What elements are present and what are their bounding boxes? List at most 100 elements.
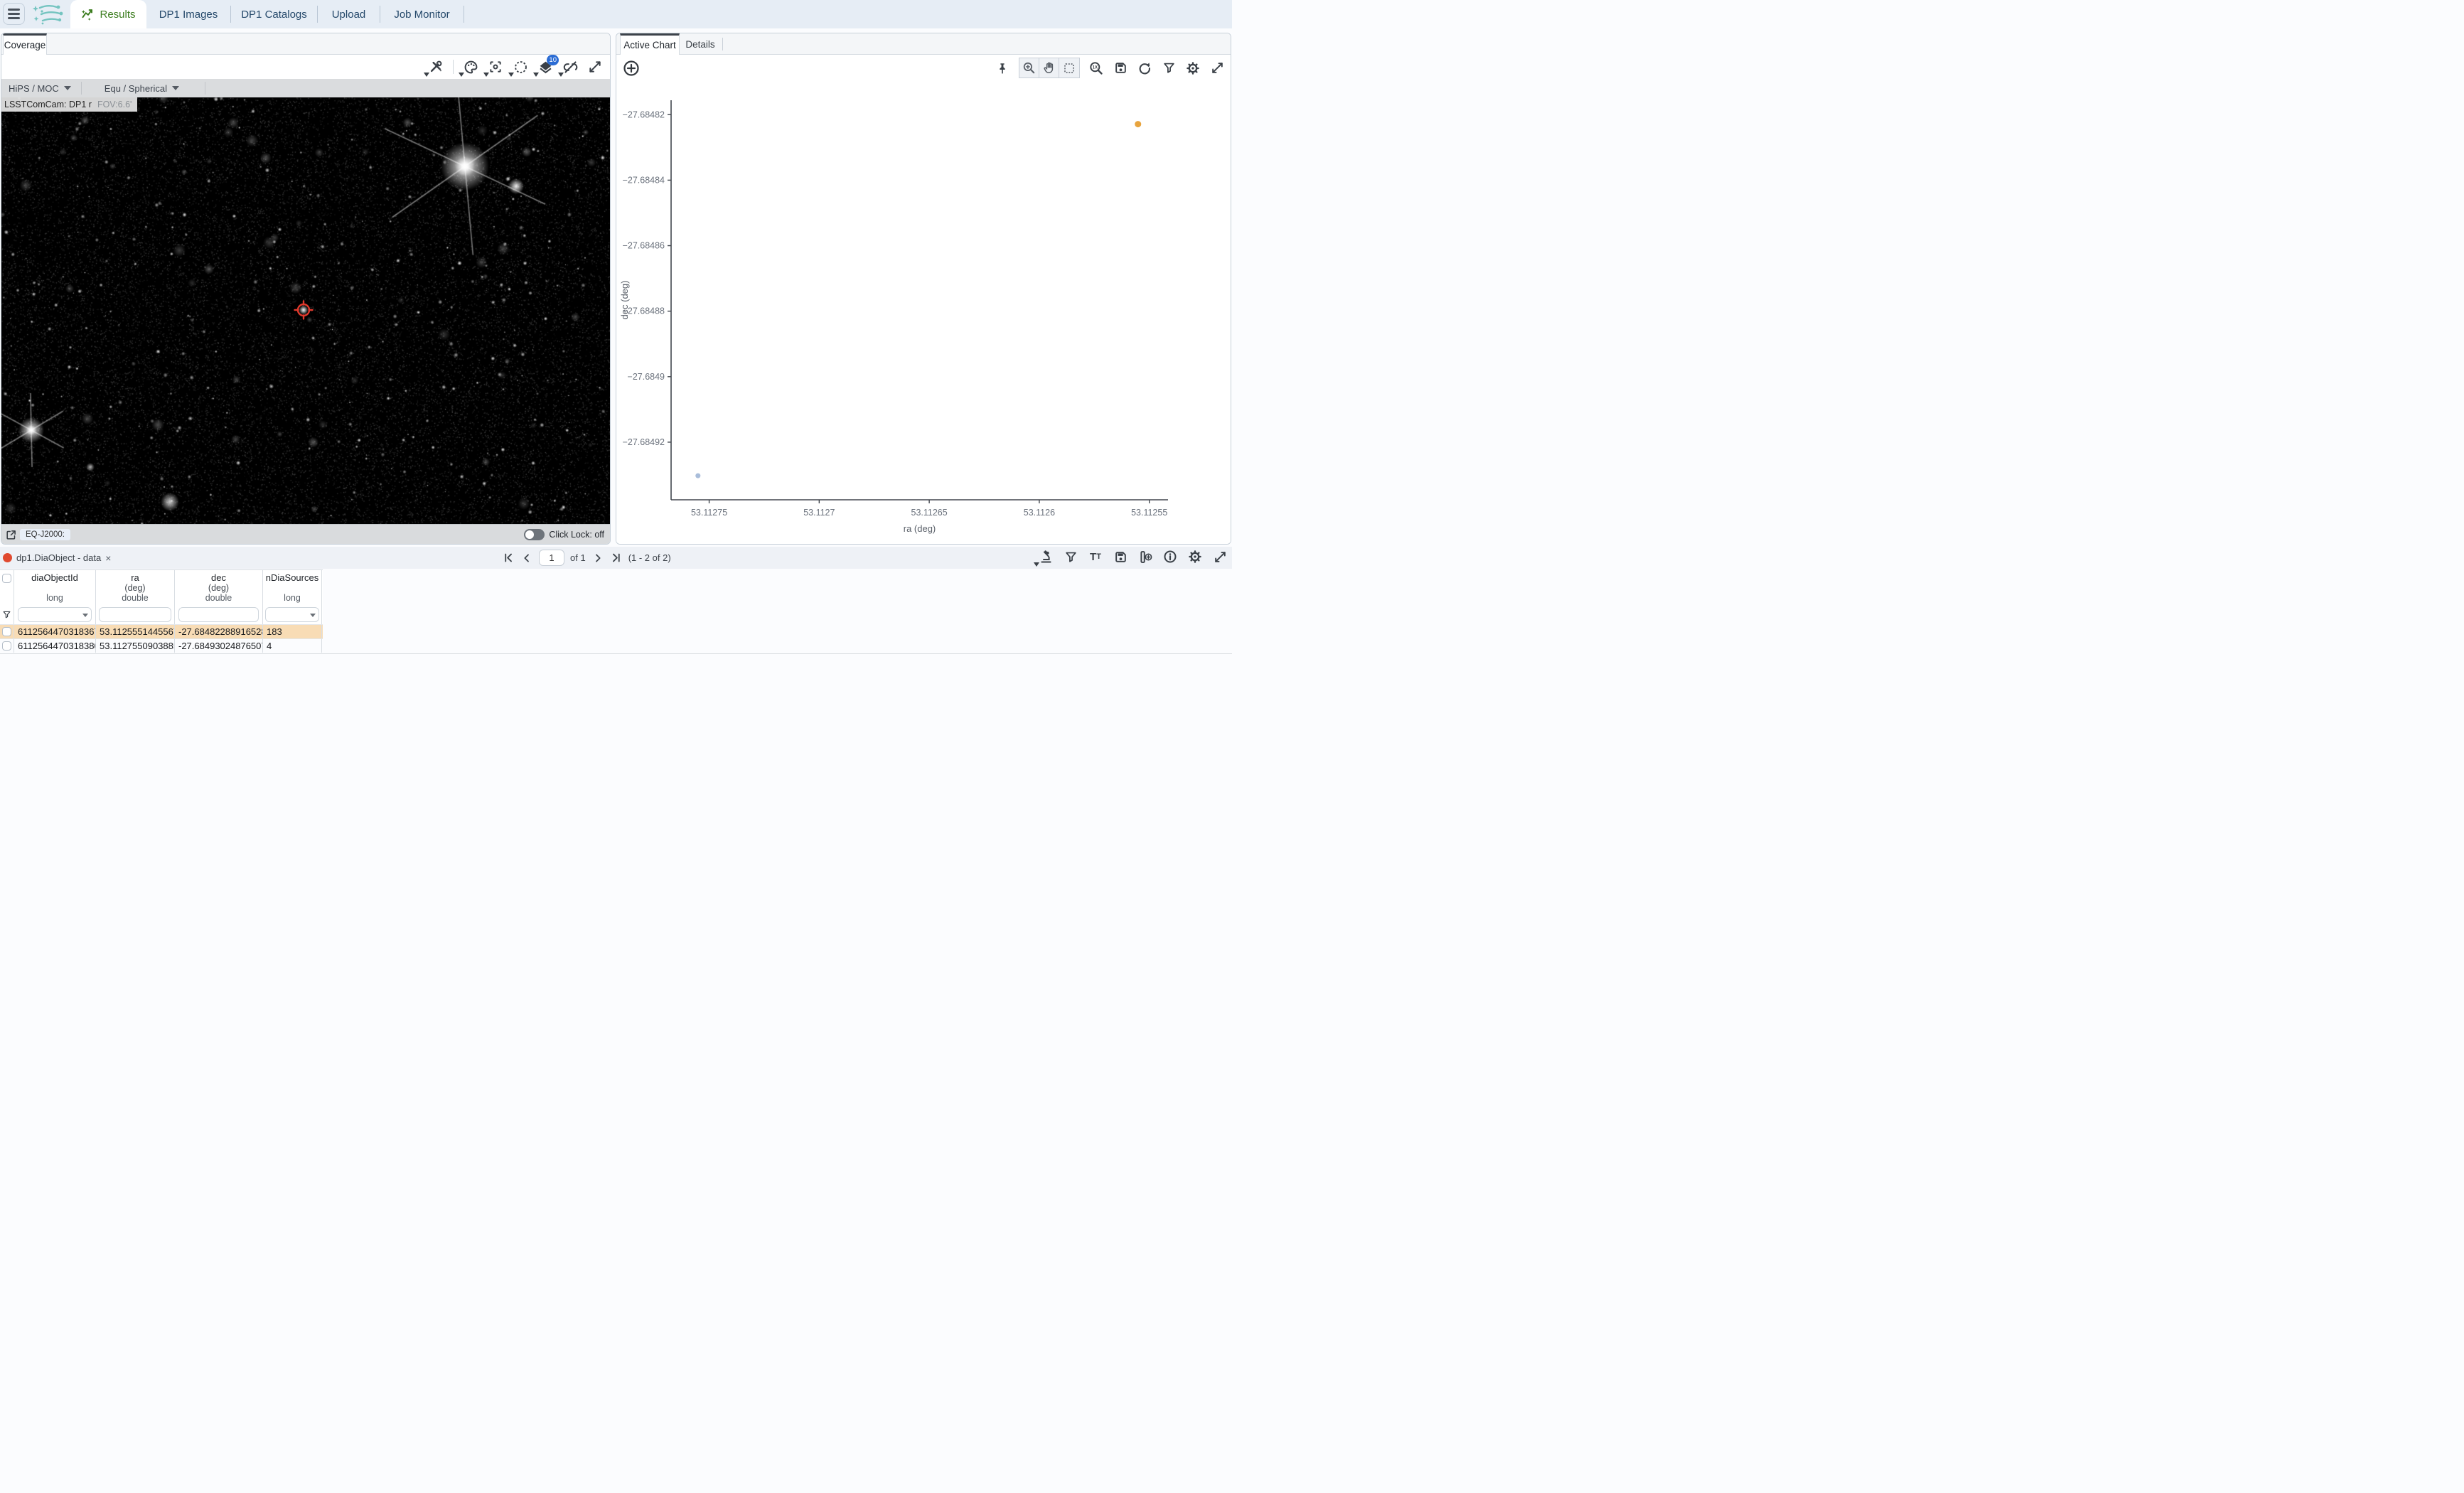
svg-text:53.1127: 53.1127 (803, 508, 835, 518)
column-header-nDiaSources[interactable]: nDiaSources long (263, 570, 322, 605)
image-status-bar: EQ-J2000: Click Lock: off (1, 524, 610, 544)
expand-icon[interactable] (1212, 548, 1228, 565)
select-all-checkbox[interactable] (2, 574, 11, 583)
chart-panel: Active Chart Details (616, 33, 1231, 545)
caret-down-icon (1034, 562, 1039, 567)
recenter-icon[interactable] (488, 58, 503, 75)
table-titlebar: dp1.DiaObject - data × of 1 (1 - 2 of 2) (0, 547, 1232, 569)
svg-text:53.1126: 53.1126 (1024, 508, 1055, 518)
table-bottom-border (0, 653, 1232, 654)
table-close-icon[interactable]: × (105, 552, 111, 564)
filter-input-nDiaSources[interactable] (265, 607, 318, 622)
toolbar-divider (453, 60, 454, 74)
svg-text:−27.68484: −27.68484 (623, 175, 665, 185)
nav-tab-label: Results (100, 9, 135, 21)
chart-content: 1X 53.1127553.112753.1126553.112653.1125… (616, 55, 1231, 544)
svg-text:−27.68482: −27.68482 (623, 109, 665, 119)
row-checkbox[interactable] (2, 641, 11, 651)
scatter-plot[interactable]: 53.1127553.112753.1126553.112653.11255−2… (616, 73, 1231, 542)
svg-text:53.11265: 53.11265 (911, 508, 948, 518)
settings-gear-icon[interactable] (1187, 548, 1203, 565)
info-icon[interactable] (1162, 548, 1178, 565)
expand-icon[interactable] (587, 58, 603, 75)
next-page-button[interactable] (591, 552, 604, 564)
cell-nDiaSources: 4 (263, 639, 322, 653)
coverage-panel: Coverage (1, 33, 611, 545)
svg-text:53.11275: 53.11275 (691, 508, 727, 518)
chart-tabstrip: Active Chart Details (616, 33, 1231, 55)
inspect-icon[interactable] (1038, 548, 1054, 565)
sky-image-viewport[interactable]: LSSTComCam: DP1 r FOV:6.6' (1, 97, 610, 524)
save-icon[interactable] (1113, 548, 1128, 565)
tab-details[interactable]: Details (680, 33, 721, 55)
nav-tab-job-monitor[interactable]: Job Monitor (380, 0, 464, 28)
nav-tab-dp1-images[interactable]: DP1 Images (146, 0, 230, 28)
filter-input-dec[interactable] (178, 607, 259, 622)
svg-text:−27.68486: −27.68486 (623, 241, 665, 251)
nav-tab-upload[interactable]: Upload (318, 0, 380, 28)
column-header-ra[interactable]: ra (deg) double (96, 570, 175, 605)
caret-down-icon (533, 73, 539, 77)
tab-coverage[interactable]: Coverage (3, 33, 47, 55)
click-lock-control: Click Lock: off (524, 529, 604, 540)
table-tab[interactable]: dp1.DiaObject - data × (3, 547, 111, 569)
coverage-tabstrip: Coverage (1, 33, 610, 55)
add-column-icon[interactable] (1137, 548, 1153, 565)
table-title: dp1.DiaObject - data (16, 552, 101, 563)
filter-input-ra[interactable] (99, 607, 171, 622)
image-layer-label: LSSTComCam: DP1 r (4, 100, 92, 109)
column-header-dec[interactable]: dec (deg) double (175, 570, 263, 605)
caret-down-icon (459, 73, 464, 77)
filter-icon (2, 610, 11, 619)
select-region-icon[interactable] (513, 58, 528, 75)
color-palette-icon[interactable] (463, 58, 478, 75)
click-lock-toggle[interactable] (524, 529, 545, 540)
prev-page-button[interactable] (520, 552, 533, 564)
row-select-cell (0, 625, 14, 638)
cell-dec: -27.68482288916528 (175, 625, 263, 638)
popout-icon[interactable] (6, 530, 16, 540)
filter-gutter-cell (0, 605, 14, 624)
first-page-button[interactable] (502, 552, 515, 564)
fov-label: FOV:6.6' (97, 100, 132, 109)
tab-active-chart[interactable]: Active Chart (620, 33, 680, 55)
caret-down-icon (483, 73, 489, 77)
filter-icon[interactable] (1063, 548, 1078, 565)
hips-options-bar: HiPS / MOC Equ / Spherical (1, 79, 610, 97)
projection-dropdown[interactable]: Equ / Spherical (105, 83, 179, 94)
cell-ra: 53.11275509038854 (96, 639, 175, 653)
hips-mode-dropdown[interactable]: HiPS / MOC (9, 83, 71, 94)
nav-tab-results[interactable]: Results (70, 0, 146, 28)
svg-text:−27.68492: −27.68492 (623, 437, 665, 447)
target-marker-icon (293, 299, 314, 321)
filter-input-diaObjectId[interactable] (18, 607, 92, 622)
table-row[interactable]: 611256447031838045 53.11275509038854 -27… (0, 638, 323, 653)
caret-down-icon (64, 86, 71, 90)
nav-tab-dp1-catalogs[interactable]: DP1 Catalogs (231, 0, 317, 28)
table-status-dot (3, 553, 12, 562)
table-section: dp1.DiaObject - data × of 1 (1 - 2 of 2) (0, 547, 1232, 746)
page-of-label: of 1 (570, 552, 586, 563)
unlink-icon[interactable] (562, 58, 578, 75)
table-row[interactable]: 611256447031836758 53.11255514455679 -27… (0, 624, 323, 638)
image-info-chip: LSSTComCam: DP1 r FOV:6.6' (1, 97, 137, 112)
tools-icon[interactable] (428, 58, 444, 75)
layers-icon[interactable]: 10 (537, 58, 553, 75)
table-toolbar: TT (1038, 548, 1228, 565)
cell-diaObjectId: 611256447031838045 (14, 639, 96, 653)
cell-ra: 53.11255514455679 (96, 625, 175, 638)
text-options-icon[interactable]: TT (1088, 548, 1103, 565)
last-page-button[interactable] (610, 552, 623, 564)
top-nav: Results DP1 Images DP1 Catalogs Upload J… (0, 0, 1232, 28)
firefly-logo-icon (30, 1, 65, 27)
column-header-diaObjectId[interactable]: diaObjectId long (14, 570, 96, 605)
row-checkbox[interactable] (2, 627, 11, 636)
menu-hamburger-button[interactable] (3, 3, 25, 25)
page-number-input[interactable] (539, 550, 564, 566)
svg-text:1X: 1X (1093, 65, 1098, 70)
tabstrip-divider (722, 38, 723, 50)
data-point-highlighted[interactable] (1135, 121, 1141, 127)
data-point-default[interactable] (695, 473, 700, 478)
click-lock-label: Click Lock: off (549, 530, 604, 540)
coordinate-readout: EQ-J2000: (20, 529, 70, 540)
